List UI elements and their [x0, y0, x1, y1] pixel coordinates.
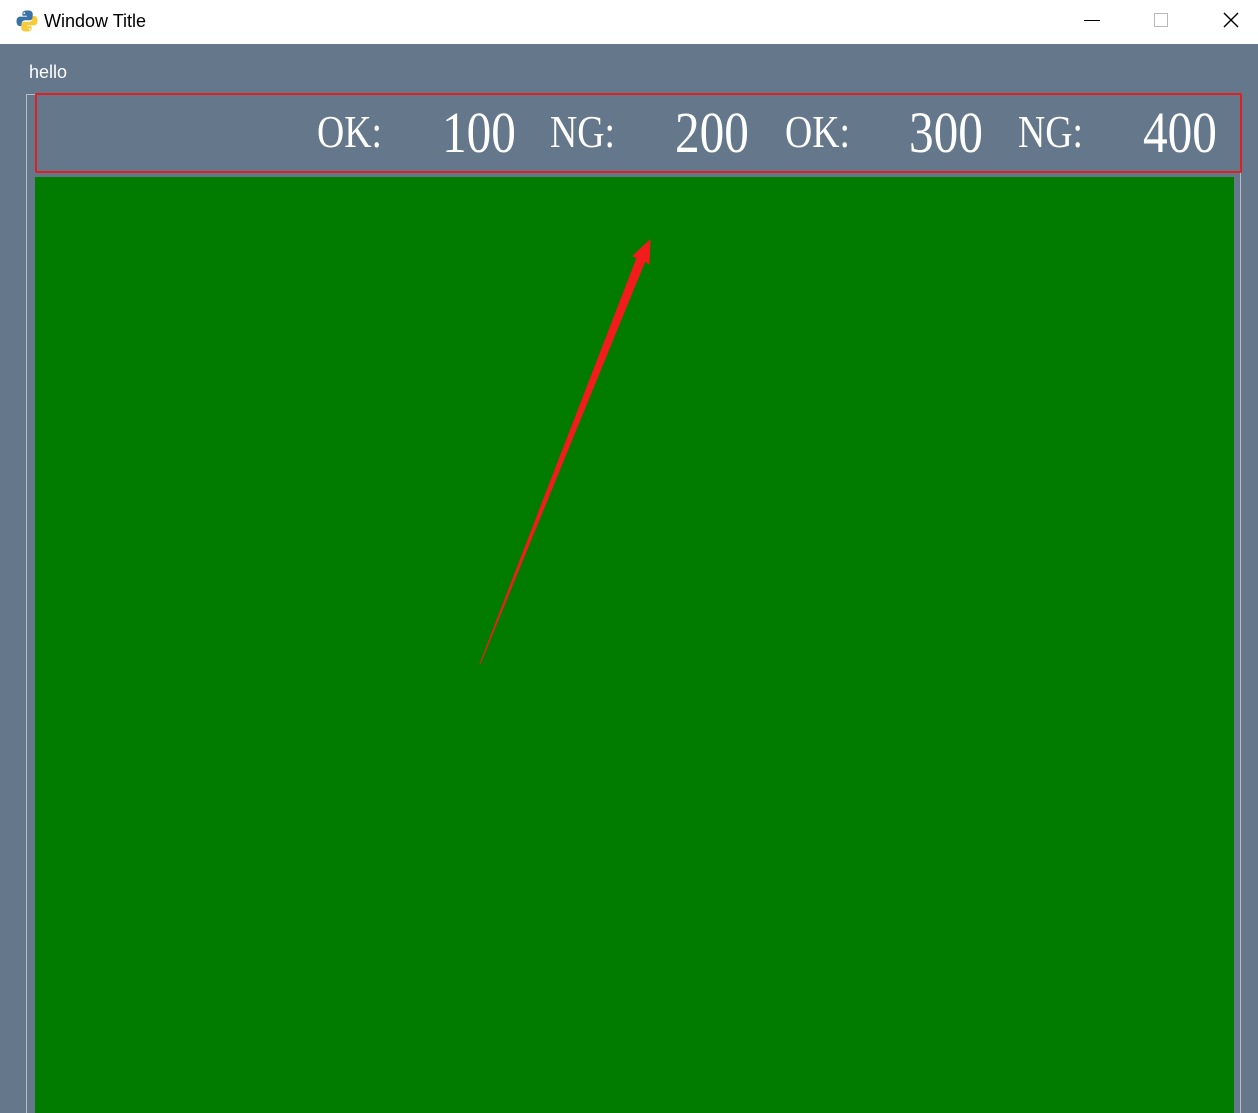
counter-label: NG:: [1018, 106, 1083, 157]
application-window: Window Title hello OK: 100 NG: 200 OK: 3…: [0, 0, 1258, 1113]
maximize-button[interactable]: [1126, 0, 1194, 40]
counter-label: OK:: [317, 106, 382, 157]
counter-value: 300: [909, 100, 983, 165]
groupbox-title: hello: [29, 62, 68, 82]
display-view[interactable]: [35, 177, 1234, 1113]
minimize-button[interactable]: [1058, 0, 1126, 40]
counter-label: OK:: [785, 106, 850, 157]
counter-value: 400: [1143, 100, 1217, 165]
python-icon: [16, 10, 38, 32]
maximize-icon: [1154, 13, 1168, 27]
title-bar[interactable]: Window Title: [0, 0, 1258, 44]
groupbox-divider: [1240, 96, 1241, 1113]
minimize-icon: [1084, 20, 1100, 21]
close-button[interactable]: [1194, 0, 1258, 40]
counter-value: 100: [442, 100, 516, 165]
window-title: Window Title: [44, 11, 147, 31]
counter-value: 200: [675, 100, 749, 165]
close-icon: [1223, 12, 1239, 28]
counter-label: NG:: [550, 106, 615, 157]
